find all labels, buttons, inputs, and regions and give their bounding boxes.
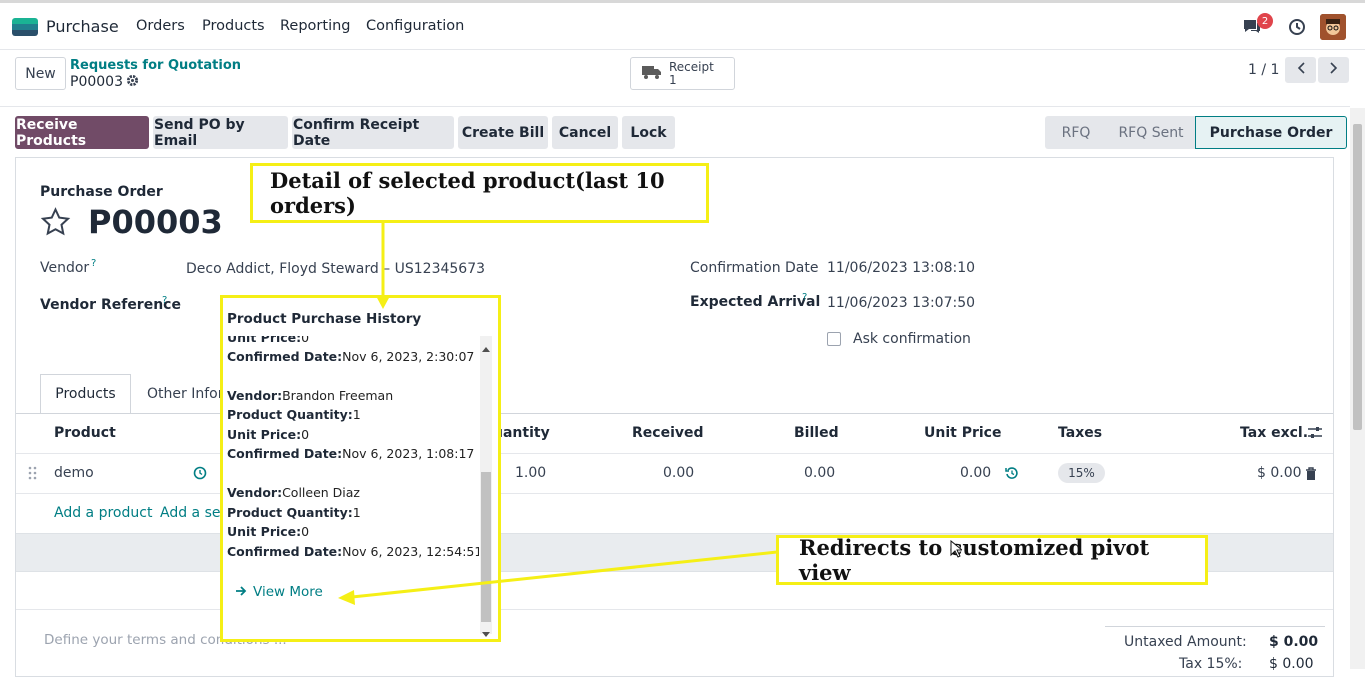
mouse-cursor-icon xyxy=(950,539,964,562)
callout-redirect: Redirects to customized pivot view xyxy=(776,535,1208,585)
callout-detail: Detail of selected product(last 10 order… xyxy=(250,163,709,223)
